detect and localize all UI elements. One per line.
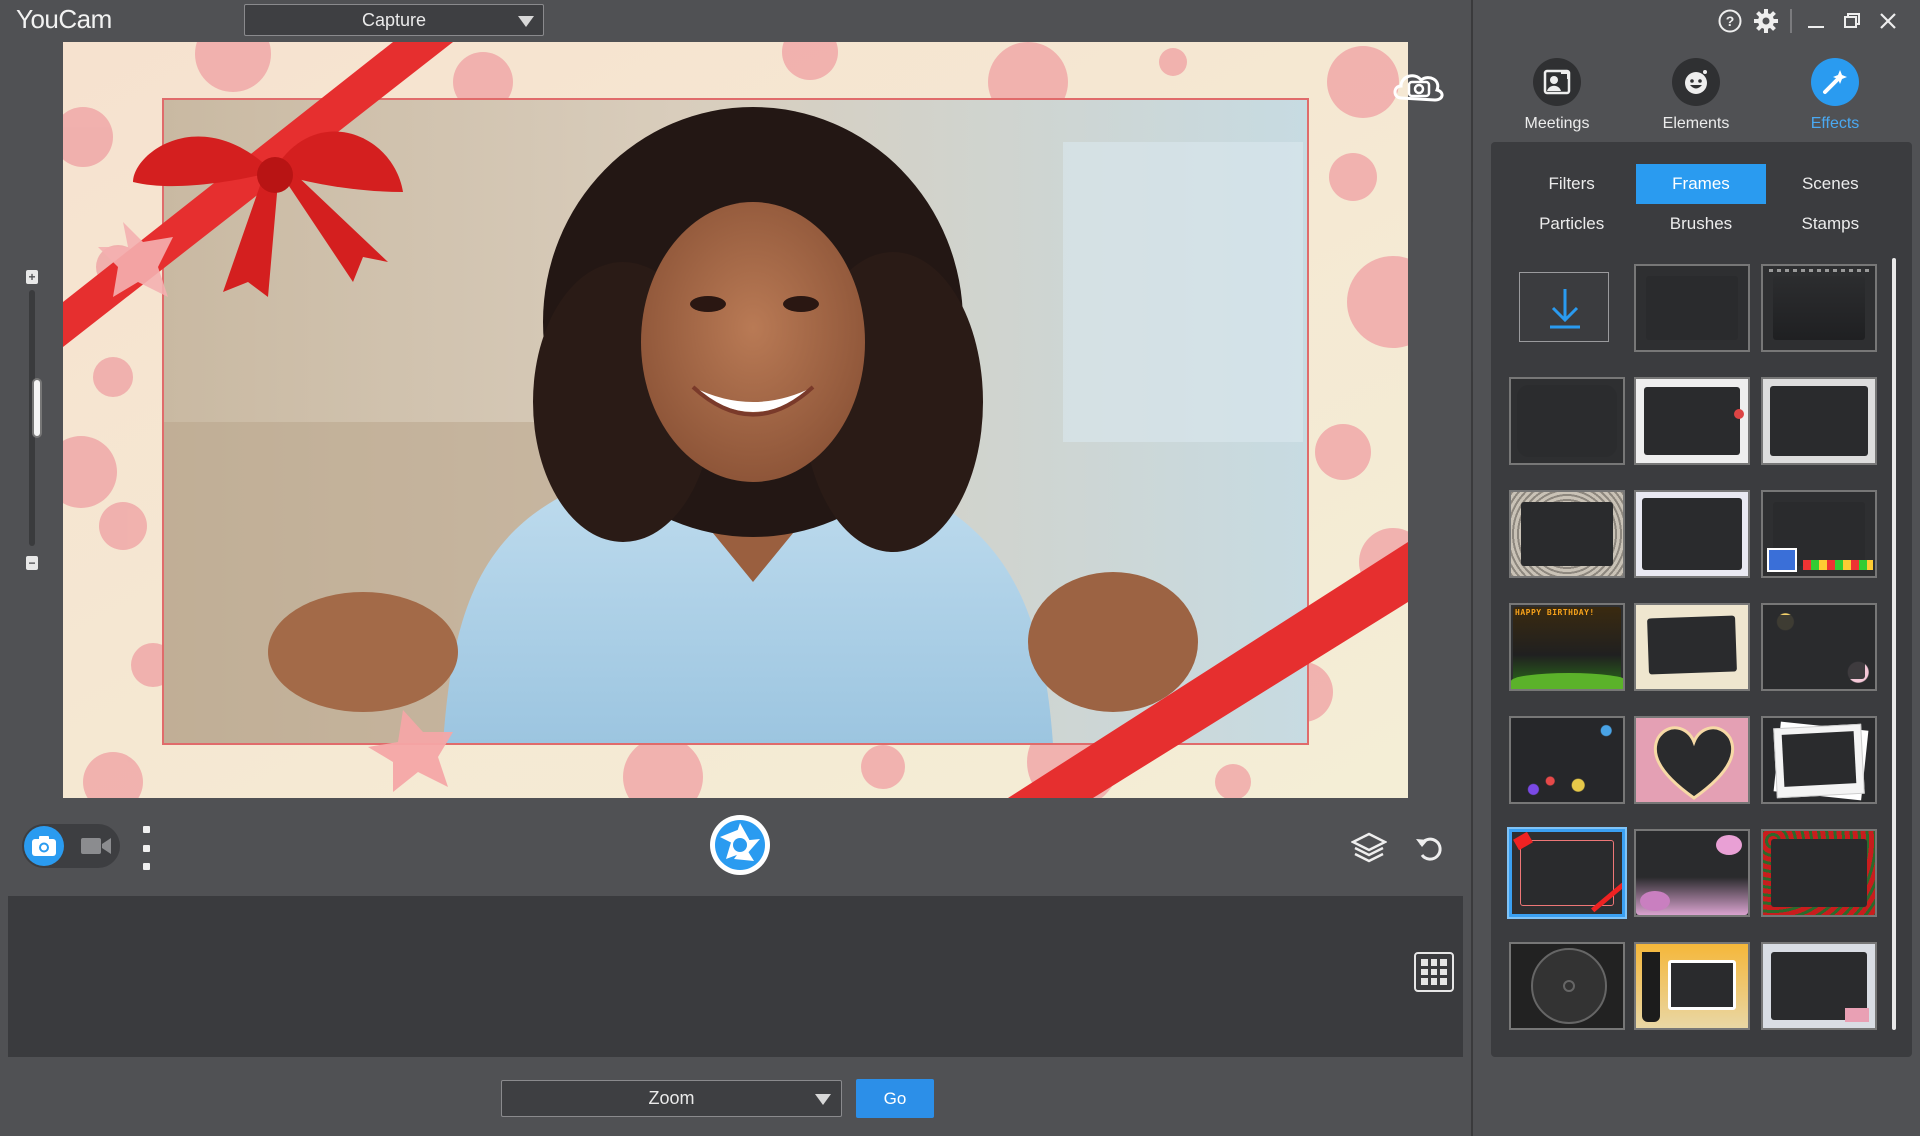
grid-view-button[interactable] (1414, 952, 1454, 992)
dot-icon (142, 844, 150, 852)
tab-brushes[interactable]: Brushes (1636, 204, 1765, 244)
tab-frames[interactable]: Frames (1636, 164, 1766, 204)
photo-mode-button[interactable] (24, 826, 64, 866)
tab-particles[interactable]: Particles (1507, 204, 1636, 244)
undo-icon[interactable] (1414, 833, 1444, 863)
separator (1790, 9, 1792, 33)
capture-mode-label: Capture (361, 9, 427, 30)
tab-elements[interactable]: Elements (1636, 55, 1756, 139)
main-tabs: Meetings Elements Effects (1473, 55, 1920, 139)
zoom-out-icon[interactable]: − (26, 556, 38, 570)
frame-thumb-tropical-beach[interactable] (1634, 942, 1750, 1030)
smiley-icon (1672, 58, 1720, 106)
chevron-down-icon (815, 1094, 831, 1105)
app-title: YouCam (16, 4, 112, 34)
settings-button[interactable] (1748, 8, 1784, 34)
frame-thumb-plain-gray[interactable] (1634, 264, 1750, 352)
frame-thumb-film-strip[interactable] (1761, 264, 1877, 352)
frame-thumb-postcard[interactable] (1761, 942, 1877, 1030)
zoom-slider-track[interactable] (29, 290, 42, 546)
dot-icon (142, 826, 150, 833)
meeting-app-label: Zoom (648, 1088, 695, 1108)
download-frames-button[interactable] (1519, 272, 1609, 342)
window-controls: ? (1712, 8, 1906, 34)
shutter-button[interactable] (710, 815, 770, 875)
frame-thumb-pink-blossoms[interactable] (1634, 829, 1750, 917)
frame-thumb-red-ribbon[interactable] (1509, 829, 1625, 917)
camera-pane: YouCam Capture + − Zoom Go (0, 0, 1471, 1136)
frame-thumb-lace-border[interactable] (1509, 490, 1625, 578)
tab-stamps[interactable]: Stamps (1766, 204, 1895, 244)
dot-icon (142, 863, 150, 870)
frame-thumb-pink-heart[interactable] (1634, 716, 1750, 804)
video-camera-icon[interactable] (80, 834, 112, 858)
go-button[interactable]: Go (856, 1079, 934, 1118)
frame-thumb-ink-splash[interactable] (1761, 377, 1877, 465)
frame-thumb-rounded-dark[interactable] (1509, 377, 1625, 465)
help-button[interactable]: ? (1712, 8, 1748, 34)
gear-icon (1754, 9, 1778, 33)
photo-video-toggle[interactable] (22, 824, 120, 868)
camera-preview (63, 42, 1408, 798)
media-tray (8, 896, 1463, 1057)
frames-scrollbar[interactable] (1892, 258, 1896, 1030)
minimize-button[interactable] (1798, 8, 1834, 34)
tab-meetings-label: Meetings (1524, 115, 1590, 132)
camera-icon (32, 836, 56, 856)
zoom-slider[interactable]: + − (24, 270, 42, 570)
youcam-window: YouCam Capture + − Zoom Go ? Meetings El… (0, 0, 1920, 1136)
tab-effects[interactable]: Effects (1775, 55, 1895, 139)
frames-grid: HAPPY BIRTHDAY! (1507, 264, 1895, 1044)
frame-thumb-colorful-dots[interactable] (1509, 716, 1625, 804)
frame-thumb-happy-birthday[interactable]: HAPPY BIRTHDAY! (1509, 603, 1625, 691)
frame-thumb-gift-boxes[interactable] (1761, 490, 1877, 578)
meeting-app-select[interactable]: Zoom (501, 1080, 842, 1117)
cloud-camera-icon[interactable] (1391, 62, 1447, 108)
effects-panel: Filters Frames Scenes Particles Brushes … (1491, 142, 1912, 1057)
tab-filters[interactable]: Filters (1507, 164, 1636, 204)
effect-category-tabs: Filters Frames Scenes Particles Brushes … (1507, 164, 1895, 244)
download-icon (1550, 289, 1580, 329)
close-icon (1880, 13, 1896, 29)
help-icon: ? (1718, 9, 1742, 33)
chevron-down-icon (518, 16, 534, 27)
frame-thumb-target-circle[interactable] (1509, 942, 1625, 1030)
tab-meetings[interactable]: Meetings (1497, 55, 1617, 139)
tab-scenes[interactable]: Scenes (1766, 164, 1895, 204)
close-button[interactable] (1870, 8, 1906, 34)
frame-label: HAPPY BIRTHDAY! (1515, 608, 1595, 617)
frame-thumb-polaroid-stack[interactable] (1761, 716, 1877, 804)
capture-mode-select[interactable]: Capture (244, 4, 544, 36)
zoom-slider-thumb[interactable] (32, 378, 42, 438)
svg-text:?: ? (1726, 13, 1735, 29)
meetings-icon (1533, 58, 1581, 106)
restore-button[interactable] (1834, 8, 1870, 34)
effects-sidebar: ? Meetings Elements Effects Filters Fram… (1473, 0, 1920, 1136)
minimize-icon (1808, 26, 1824, 28)
zoom-in-icon[interactable]: + (26, 270, 38, 284)
frame-thumb-bokeh-sparkle[interactable] (1761, 603, 1877, 691)
restore-icon (1844, 13, 1860, 28)
frame-thumb-floral-corners[interactable] (1634, 377, 1750, 465)
layers-icon[interactable] (1351, 831, 1387, 863)
more-options-button[interactable] (140, 826, 152, 870)
preview-image (63, 42, 1408, 798)
frame-thumb-red-roses[interactable] (1761, 829, 1877, 917)
magic-wand-icon (1811, 58, 1859, 106)
frame-thumb-vintage-photo[interactable] (1634, 603, 1750, 691)
frame-thumb-snow-sparkle[interactable] (1634, 490, 1750, 578)
tab-effects-label: Effects (1810, 115, 1860, 132)
tab-elements-label: Elements (1662, 115, 1730, 132)
